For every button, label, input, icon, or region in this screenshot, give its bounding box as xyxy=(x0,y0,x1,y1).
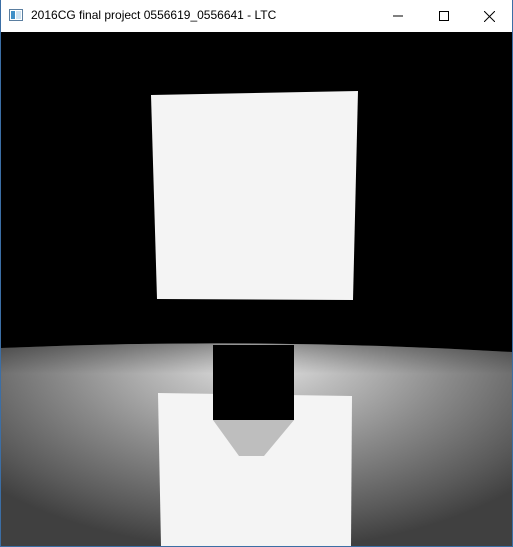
minimize-icon xyxy=(393,15,403,17)
occluder-column xyxy=(213,345,294,420)
app-window-icon[interactable] xyxy=(9,9,23,21)
close-icon xyxy=(483,10,495,22)
maximize-icon xyxy=(439,11,449,21)
window-title: 2016CG final project 0556619_0556641 - L… xyxy=(31,8,277,22)
maximize-button[interactable] xyxy=(421,0,467,32)
minimize-button[interactable] xyxy=(375,0,421,32)
title-bar[interactable]: 2016CG final project 0556619_0556641 - L… xyxy=(1,0,512,32)
scene-canvas xyxy=(1,32,512,546)
area-light-panel xyxy=(151,91,358,300)
app-window: 2016CG final project 0556619_0556641 - L… xyxy=(0,0,513,547)
render-viewport[interactable] xyxy=(1,32,512,546)
close-button[interactable] xyxy=(466,0,512,32)
